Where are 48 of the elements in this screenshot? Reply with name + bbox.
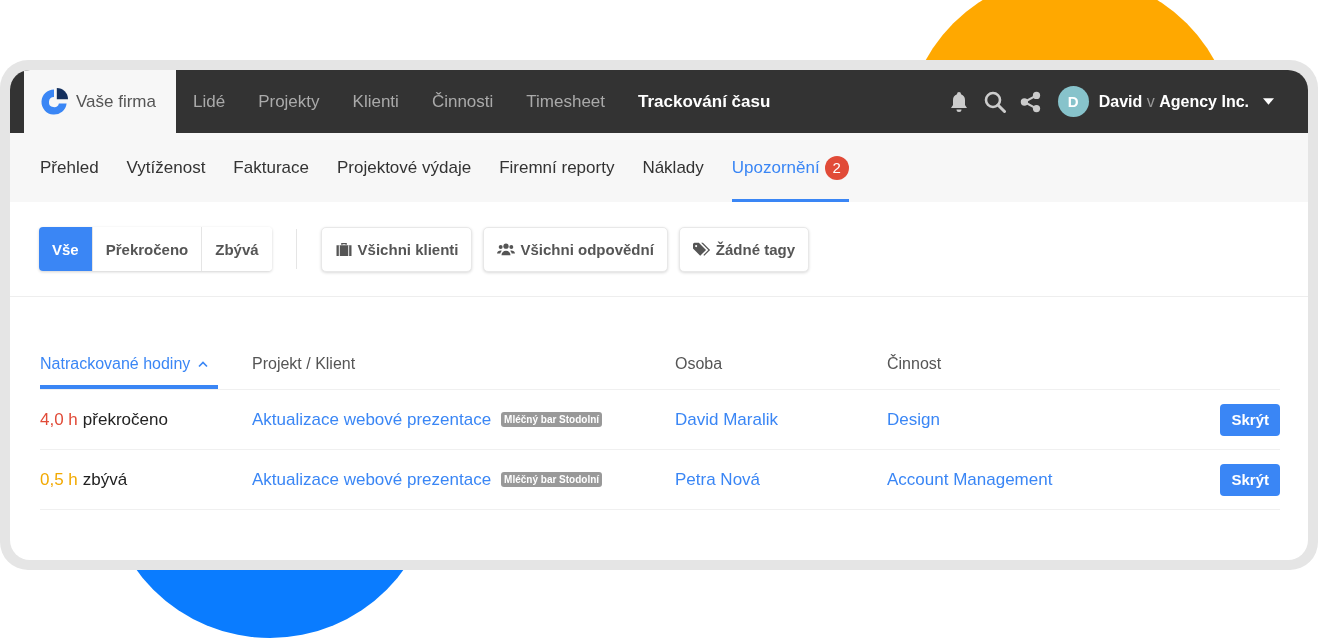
column-header[interactable]: Osoba bbox=[675, 339, 887, 389]
client-tag: Mléčný bar Stodolní bbox=[501, 412, 603, 427]
hours-cell-text: 4,0 h překročeno bbox=[40, 409, 169, 430]
avatar: D bbox=[1057, 86, 1089, 117]
sub-nav-tab[interactable]: Firemní reporty bbox=[499, 133, 615, 202]
column-header[interactable]: Natrackované hodiny bbox=[40, 339, 218, 389]
nav-tab[interactable]: Timesheet bbox=[526, 91, 606, 112]
filter-button[interactable]: Všichni klienti bbox=[320, 226, 473, 272]
filter-segment[interactable]: Zbývá bbox=[202, 227, 272, 271]
brand-tab[interactable]: Vaše firma bbox=[24, 70, 176, 133]
filter-button[interactable]: Všichni odpovědní bbox=[483, 226, 668, 272]
nav-tab[interactable]: Činnosti bbox=[431, 91, 494, 112]
sub-nav-tab[interactable]: Fakturace bbox=[233, 133, 309, 202]
people-icon bbox=[497, 241, 516, 257]
hide-button[interactable]: Skrýt bbox=[1220, 403, 1280, 436]
user-name: David v Agency Inc. bbox=[1098, 92, 1249, 111]
sub-nav-tab[interactable]: Náklady bbox=[642, 133, 704, 202]
nav-tab[interactable]: Lidé bbox=[193, 91, 226, 112]
person-link[interactable]: Petra Nová bbox=[675, 469, 761, 490]
search-icon[interactable] bbox=[983, 90, 1006, 113]
nav-tab[interactable]: Projekty bbox=[258, 91, 320, 112]
count-badge: 2 bbox=[824, 155, 849, 180]
project-link[interactable]: Aktualizace webové prezentace bbox=[252, 469, 492, 490]
filter-segment[interactable]: Překročeno bbox=[92, 227, 203, 271]
sub-nav-tab[interactable]: Přehled bbox=[40, 133, 99, 202]
caret-icon bbox=[1263, 98, 1274, 105]
logo-icon bbox=[40, 87, 68, 116]
project-link[interactable]: Aktualizace webové prezentace bbox=[252, 409, 492, 430]
hours-cell-text: 0,5 h zbývá bbox=[40, 469, 129, 490]
filter-button[interactable]: Žádné tagy bbox=[678, 226, 810, 272]
client-tag: Mléčný bar Stodolní bbox=[501, 472, 603, 487]
sub-nav-tab[interactable]: Projektové výdaje bbox=[336, 133, 472, 202]
nav-tab[interactable]: Trackování času bbox=[638, 91, 771, 112]
share-icon[interactable] bbox=[1019, 90, 1042, 113]
person-link[interactable]: David Maralik bbox=[675, 409, 778, 430]
column-header[interactable]: Projekt / Klient bbox=[252, 339, 675, 389]
nav-tab[interactable]: Klienti bbox=[352, 91, 399, 112]
tags-icon bbox=[692, 241, 711, 257]
sub-nav-tab[interactable]: Vytíženost bbox=[126, 133, 206, 202]
sort-caret-icon bbox=[198, 360, 209, 368]
user-menu[interactable]: D David v Agency Inc. bbox=[1057, 86, 1274, 117]
activity-link[interactable]: Design bbox=[887, 409, 940, 430]
activity-link[interactable]: Account Management bbox=[887, 469, 1053, 490]
filter-segment[interactable]: Vše bbox=[39, 227, 93, 271]
hide-button[interactable]: Skrýt bbox=[1220, 463, 1280, 496]
column-header[interactable]: Činnost bbox=[887, 339, 1280, 389]
briefcase-icon bbox=[334, 241, 353, 257]
sub-nav-tab[interactable]: Upozornění 2 bbox=[731, 133, 849, 202]
